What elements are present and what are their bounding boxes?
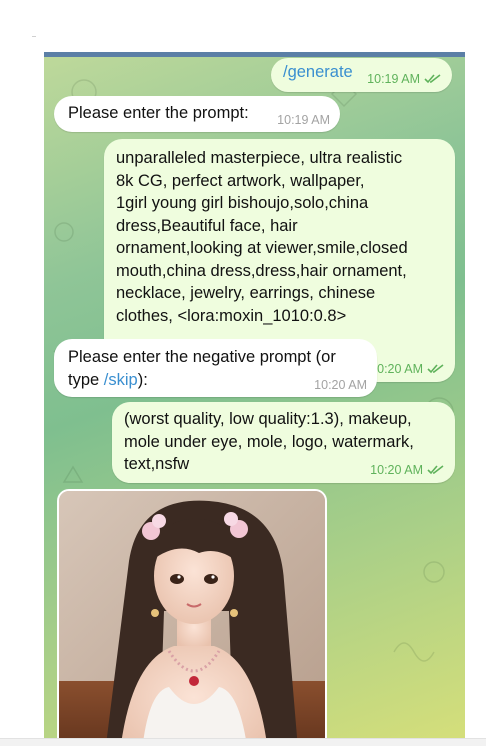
generated-image <box>59 491 325 745</box>
prompt-line: clothes, <lora:moxin_1010:0.8> <box>116 306 347 325</box>
message-time: 10:20 AM <box>314 378 367 392</box>
message-meta: 10:19 AM <box>367 72 442 86</box>
message-meta: 10:20 AM <box>314 378 367 392</box>
chat-window[interactable]: /generate 10:19 AM Please enter the prom… <box>44 52 465 745</box>
prompt-line: mouth,china dress,dress,hair ornament, <box>116 261 407 280</box>
double-check-icon <box>427 364 444 374</box>
message-enter-prompt[interactable]: Please enter the prompt: 10:19 AM <box>54 96 340 132</box>
prompt-line: unparalleled masterpiece, ultra realisti… <box>116 149 403 167</box>
skip-command-link[interactable]: /skip <box>104 371 138 389</box>
double-check-icon <box>424 74 441 84</box>
message-time: 10:19 AM <box>277 113 330 127</box>
message-meta: 10:20 AM <box>370 362 445 376</box>
negative-prompt-line: (worst quality, low quality:1.3), makeup… <box>124 410 412 428</box>
screen-corner-mark <box>32 36 36 37</box>
prompt-line: dress,Beautiful face, hair <box>116 216 298 235</box>
generate-command-link[interactable]: /generate <box>283 63 353 81</box>
message-text-prefix: type <box>68 370 104 389</box>
prompt-line: ornament,looking at viewer,smile,closed <box>116 239 408 257</box>
message-meta: 10:20 AM <box>370 463 445 477</box>
message-negative-prompt-text[interactable]: (worst quality, low quality:1.3), makeup… <box>112 402 455 483</box>
message-generate-command[interactable]: /generate 10:19 AM <box>271 58 452 92</box>
message-meta: 10:19 AM <box>277 113 330 127</box>
generated-image-message[interactable] <box>57 489 327 745</box>
negative-prompt-line: mole under eye, mole, logo, watermark, <box>124 432 414 451</box>
message-text-line: Please enter the negative prompt (or <box>68 348 336 366</box>
double-check-icon <box>427 465 444 475</box>
prompt-line: 1girl young girl bishoujo,solo,china <box>116 194 369 212</box>
window-top-bar <box>44 52 465 57</box>
prompt-line: 8k CG, perfect artwork, wallpaper, <box>116 171 365 190</box>
prompt-line: necklace, jewelry, earrings, chinese <box>116 284 376 302</box>
message-time: 10:20 AM <box>370 362 423 376</box>
message-time: 10:19 AM <box>367 72 420 86</box>
message-text-suffix: ): <box>137 370 148 389</box>
message-text: Please enter the prompt: <box>68 104 249 122</box>
message-enter-negative-prompt[interactable]: Please enter the negative prompt (or typ… <box>54 339 377 397</box>
message-time: 10:20 AM <box>370 463 423 477</box>
